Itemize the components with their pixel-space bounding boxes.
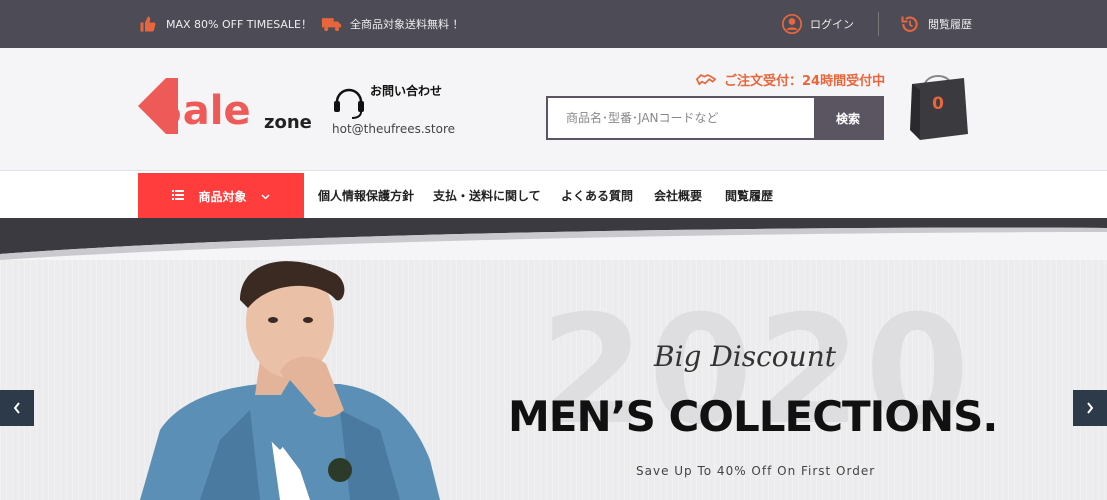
top-bar: MAX 80% OFF TIMESALE！ 全商品対象送料無料 ！ ログイン 閲…	[0, 0, 1107, 48]
slider-prev-button[interactable]	[0, 390, 34, 426]
svg-text:Sale: Sale	[154, 88, 251, 134]
site-header: Sale zone お問い合わせ hot@theufrees.store ご注文…	[0, 48, 1107, 170]
category-menu-label: 商品対象	[198, 189, 247, 204]
cart-count: 0	[932, 94, 944, 114]
history-label: 閲覧履歴	[928, 18, 972, 31]
hero-slider: 2020 Big Discount MEN’S COLLECTIONS. Sav…	[0, 260, 1107, 500]
search-bar: 検索	[546, 96, 884, 140]
nav-swoosh-divider	[0, 218, 1107, 260]
login-link[interactable]: ログイン	[782, 0, 854, 48]
chevron-right-icon	[1086, 402, 1094, 414]
nav-link-faq[interactable]: よくある質問	[561, 171, 633, 219]
hero-tagline: Big Discount	[654, 340, 836, 373]
shipping-text: 全商品対象送料無料 ！	[350, 18, 464, 31]
history-icon	[900, 14, 920, 34]
user-icon	[782, 14, 802, 34]
category-menu-button[interactable]: 商品対象	[138, 173, 304, 219]
history-link[interactable]: 閲覧履歴	[900, 0, 972, 48]
topbar-divider	[878, 12, 879, 36]
nav-link-history[interactable]: 閲覧履歴	[725, 171, 773, 219]
list-icon	[172, 189, 185, 203]
contact-email[interactable]: hot@theufrees.store	[332, 122, 455, 136]
search-input[interactable]	[548, 98, 814, 138]
svg-text:zone: zone	[264, 112, 312, 133]
hero-subtext: Save Up To 40% Off On First Order	[636, 464, 876, 478]
truck-icon	[322, 14, 342, 34]
chevron-down-icon	[260, 189, 270, 203]
headset-icon	[332, 82, 366, 124]
order-hours-notice: ご注文受付：24時間受付中	[696, 70, 885, 89]
nav-link-company[interactable]: 会社概要	[654, 171, 702, 219]
search-button[interactable]: 検索	[814, 98, 882, 138]
handshake-icon	[696, 73, 716, 87]
nav-link-payment-shipping[interactable]: 支払・送料に関して	[433, 171, 541, 219]
main-nav: 商品対象 個人情報保護方針 支払・送料に関して よくある質問 会社概要 閲覧履歴	[0, 170, 1107, 219]
timesale-text: MAX 80% OFF TIMESALE！	[166, 18, 312, 31]
timesale-notice: MAX 80% OFF TIMESALE！	[138, 0, 312, 48]
chevron-left-icon	[13, 402, 21, 414]
contact-info: お問い合わせ hot@theufrees.store	[332, 78, 472, 138]
slider-next-button[interactable]	[1073, 390, 1107, 426]
shipping-notice: 全商品対象送料無料 ！	[322, 0, 464, 48]
order-hours-text: ご注文受付：24時間受付中	[724, 74, 886, 89]
logo[interactable]: Sale zone	[138, 72, 338, 138]
contact-title: お問い合わせ	[370, 84, 443, 98]
cart-button[interactable]: 0	[906, 70, 970, 144]
nav-link-privacy[interactable]: 個人情報保護方針	[318, 171, 414, 219]
login-label: ログイン	[810, 18, 854, 31]
thumbs-up-icon	[138, 14, 158, 34]
hero-headline: MEN’S COLLECTIONS.	[508, 392, 998, 441]
hero-model-image	[140, 260, 450, 500]
